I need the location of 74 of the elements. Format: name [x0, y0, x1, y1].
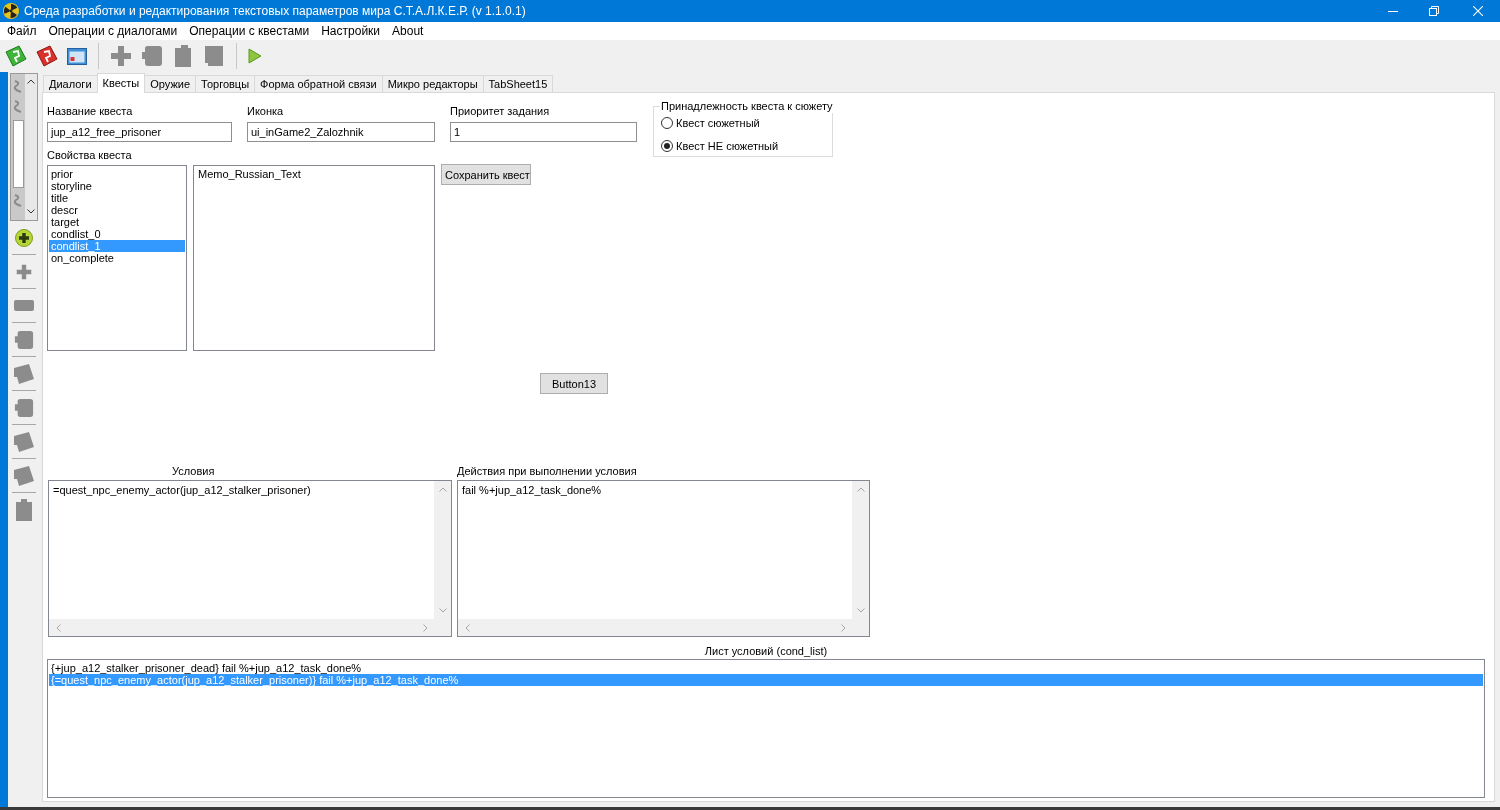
squiggle-icon[interactable] [13, 100, 23, 114]
vertical-scrollbar[interactable] [25, 74, 37, 220]
square-block-icon[interactable] [203, 45, 225, 67]
window-icon[interactable] [67, 46, 87, 66]
tab[interactable]: TabSheet15 [482, 75, 554, 92]
list-item[interactable]: descr [49, 204, 185, 216]
tab[interactable]: Диалоги [43, 75, 97, 92]
minimize-icon[interactable] [1388, 10, 1398, 12]
menu-item[interactable]: Операции с диалогами [42, 23, 184, 39]
plus-shape-icon[interactable] [110, 45, 132, 67]
scroll-down-icon[interactable] [27, 209, 35, 214]
icon-name-field[interactable]: ui_inGame2_Zalozhnik [247, 122, 435, 142]
tab[interactable]: Торговцы [195, 75, 255, 92]
document-icon[interactable] [5, 45, 27, 67]
field-label: Свойства квеста [47, 148, 132, 162]
plus-shape-icon[interactable] [16, 263, 32, 280]
scroll-up-icon[interactable] [27, 79, 35, 84]
action-button[interactable]: Button13 [540, 373, 608, 394]
restore-icon[interactable] [1429, 6, 1439, 16]
window-title: Среда разработки и редактирования текстовых параметров мира С.Т.А.Л.К.Е.Р. (v 1.1.0.1) [24, 4, 526, 18]
rounded-block-icon[interactable] [14, 329, 34, 350]
play-icon[interactable] [248, 48, 262, 64]
tilted-block-icon[interactable] [13, 464, 35, 487]
document-icon[interactable] [36, 45, 58, 67]
blank-panel [12, 120, 24, 188]
rounded-block-icon[interactable] [14, 397, 34, 418]
scroll-right-icon[interactable] [841, 623, 846, 632]
field-label: Действия при выполнении условия [457, 464, 637, 478]
radio-option[interactable]: Квест сюжетный [661, 115, 760, 131]
radio-option[interactable]: Квест НЕ сюжетный [661, 138, 779, 154]
tab[interactable]: Микро редакторы [381, 75, 483, 92]
conditions-field[interactable]: =quest_npc_enemy_actor(jup_a12_stalker_prisoner) [48, 480, 452, 637]
menu-item[interactable]: Файл [1, 23, 43, 39]
list-item[interactable]: prior [49, 168, 185, 180]
priority-field[interactable]: 1 [450, 122, 637, 142]
field-label: Приоритет задания [450, 104, 550, 118]
quest-name-field[interactable]: jup_a12_free_prisoner [47, 122, 232, 142]
menu-item[interactable]: About [386, 23, 430, 39]
menu-item[interactable]: Настройки [315, 23, 387, 39]
tilted-block-icon[interactable] [13, 362, 35, 385]
list-item[interactable]: title [49, 192, 185, 204]
field-label: Условия [172, 464, 215, 478]
radio-icon[interactable] [661, 117, 673, 129]
tab[interactable]: Форма обратной связи [254, 75, 382, 92]
list-item[interactable]: storyline [49, 180, 185, 192]
field-label: Название квеста [47, 104, 133, 118]
save-button[interactable]: Сохранить квест [441, 164, 531, 185]
close-icon[interactable] [1473, 6, 1483, 16]
list-item[interactable]: on_complete [49, 252, 185, 264]
tower-icon[interactable] [172, 45, 194, 67]
tab[interactable]: Оружие [145, 75, 196, 92]
field-label: Лист условий (cond_list) [703, 645, 829, 658]
tilted-block-icon[interactable] [13, 430, 35, 453]
list-item[interactable]: condlist_0 [49, 228, 185, 240]
conditions-text: =quest_npc_enemy_actor(jup_a12_stalker_prisoner) [53, 484, 311, 496]
menu-item[interactable]: Операции с квестами [183, 23, 316, 39]
tower-icon[interactable] [16, 498, 32, 521]
list-item[interactable]: {+jup_a12_stalker_prisoner_dead} fail %+jup_a12_task_done% [49, 662, 1483, 674]
radio-icon[interactable] [661, 140, 673, 152]
scroll-right-icon[interactable] [423, 623, 428, 632]
actions-text: fail %+jup_a12_task_done% [462, 484, 602, 496]
rounded-block-icon[interactable] [141, 45, 163, 67]
field-label: Иконка [247, 104, 284, 118]
scroll-left-icon[interactable] [56, 623, 61, 632]
memo-field[interactable]: Memo_Russian_Text [193, 165, 435, 351]
radiation-icon [3, 3, 19, 19]
list-item[interactable]: target [49, 216, 185, 228]
horizontal-scrollbar[interactable] [458, 619, 852, 636]
scroll-left-icon[interactable] [465, 623, 470, 632]
group-title: Принадлежность квеста к сюжету [660, 100, 834, 113]
actions-field[interactable]: fail %+jup_a12_task_done% [457, 480, 870, 637]
add-icon[interactable] [15, 228, 33, 247]
horizontal-scrollbar[interactable] [49, 619, 434, 636]
tab[interactable]: Квесты [96, 73, 146, 93]
